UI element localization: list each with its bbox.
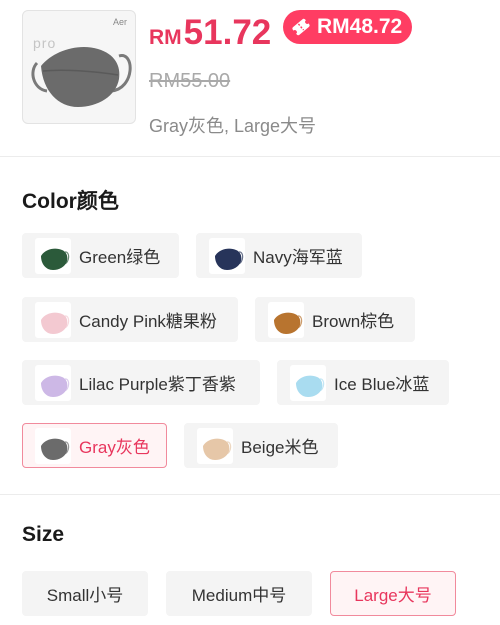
mask-thumbnail-icon — [41, 312, 70, 334]
color-swatch-image — [268, 301, 304, 338]
divider — [0, 494, 500, 495]
color-swatch-image — [35, 427, 71, 464]
currency-label: RM — [149, 26, 182, 49]
current-price: RM51.72 — [149, 13, 271, 53]
color-option-ice-blue[interactable]: Ice Blue冰蓝 — [277, 360, 449, 405]
size-option-medium[interactable]: Medium中号 — [166, 571, 312, 616]
color-option-gray[interactable]: Gray灰色 — [22, 423, 167, 468]
color-option-label: Beige米色 — [241, 438, 319, 457]
original-price: RM55.00 — [149, 70, 231, 92]
price-value: 51.72 — [183, 13, 272, 52]
color-option-label: Brown棕色 — [312, 312, 395, 331]
mask-thumbnail-icon — [41, 375, 70, 397]
color-swatch-image — [290, 364, 326, 401]
color-section-title: Color颜色 — [22, 190, 119, 213]
mask-thumbnail-icon — [296, 375, 325, 397]
selected-variant: Gray灰色, Large大号 — [149, 116, 317, 136]
color-option-label: Candy Pink糖果粉 — [79, 312, 217, 331]
color-option-label: Gray灰色 — [79, 438, 150, 457]
color-swatch-image — [35, 301, 71, 338]
mask-thumbnail-icon — [215, 248, 244, 270]
color-option-label: Green绿色 — [79, 248, 161, 267]
color-option-navy[interactable]: Navy海军蓝 — [196, 233, 362, 278]
mask-thumbnail-icon — [41, 248, 70, 270]
coupon-price-badge: RM48.72 — [283, 10, 413, 44]
color-swatch-image — [35, 237, 71, 274]
color-swatch-image — [209, 237, 245, 274]
color-option-label: Ice Blue冰蓝 — [334, 375, 430, 394]
size-option-large[interactable]: Large大号 — [330, 571, 456, 616]
color-option-label: Lilac Purple紫丁香紫 — [79, 375, 236, 394]
coupon-price: RM48.72 — [317, 15, 403, 38]
color-swatch-image — [35, 364, 71, 401]
size-option-label: Small小号 — [46, 586, 124, 605]
mask-thumbnail-icon — [41, 438, 70, 460]
mask-image — [31, 46, 132, 107]
product-thumbnail[interactable]: Aer pro — [22, 10, 136, 124]
size-section-title: Size — [22, 523, 65, 546]
ticket-icon — [292, 18, 310, 36]
color-option-green[interactable]: Green绿色 — [22, 233, 179, 278]
color-option-label: Navy海军蓝 — [253, 248, 343, 267]
color-option-brown[interactable]: Brown棕色 — [255, 297, 415, 342]
size-option-small[interactable]: Small小号 — [22, 571, 148, 616]
size-option-label: Medium中号 — [191, 586, 287, 605]
divider — [0, 156, 500, 157]
color-option-candy-pink[interactable]: Candy Pink糖果粉 — [22, 297, 238, 342]
size-option-label: Large大号 — [354, 586, 432, 605]
color-swatch-image — [197, 427, 233, 464]
color-option-lilac-purple[interactable]: Lilac Purple紫丁香紫 — [22, 360, 260, 405]
mask-thumbnail-icon — [274, 312, 303, 334]
color-option-beige[interactable]: Beige米色 — [184, 423, 338, 468]
mask-thumbnail-icon — [203, 438, 232, 460]
